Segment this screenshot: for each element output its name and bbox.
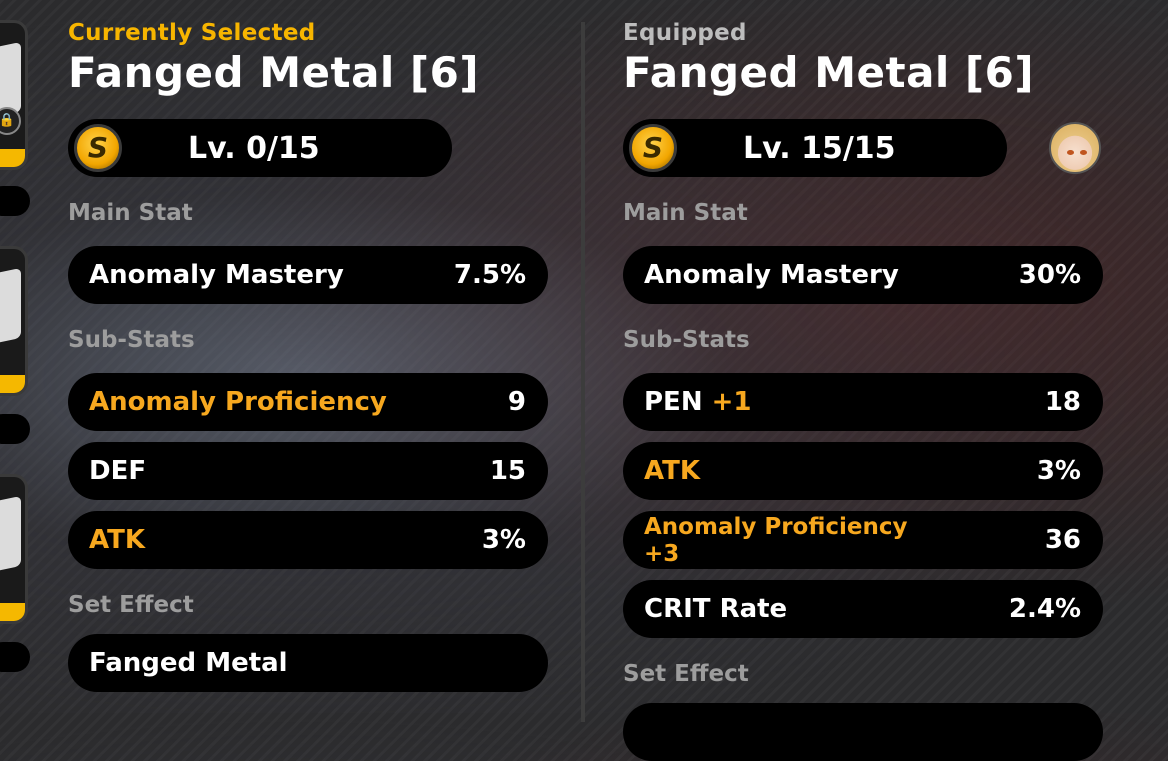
disc-slot-strip: 🔒 [0, 0, 40, 713]
sub-stat-row: Anomaly Proficiency +3 36 [623, 511, 1103, 569]
disc-slot-2[interactable] [0, 246, 28, 396]
s-rank-icon: S [629, 124, 677, 172]
slot-rarity-bar [0, 149, 25, 167]
drive-disc-icon [0, 495, 21, 573]
stat-value: 2.4% [1008, 594, 1081, 624]
stat-name: Anomaly Proficiency +3 [644, 514, 908, 568]
lock-icon[interactable]: 🔒 [0, 107, 21, 135]
sub-stat-row: PEN +1 18 [623, 373, 1103, 431]
panel-eyebrow: Equipped [623, 20, 747, 46]
stat-upgrade: +3 [644, 541, 680, 567]
level-text: Lv. 15/15 [743, 131, 896, 166]
stat-value: 3% [481, 525, 526, 555]
sub-stats-heading: Sub-Stats [623, 327, 750, 353]
equipped-agent-avatar[interactable] [1049, 122, 1101, 174]
level-bar: S Lv. 0/15 [68, 119, 452, 177]
stat-value: 18 [1044, 387, 1081, 417]
level-bar: S Lv. 15/15 [623, 119, 1007, 177]
set-effect-row [623, 703, 1103, 761]
slot-divider-pill [0, 414, 30, 444]
stat-name: ATK [644, 456, 700, 486]
set-effect-heading: Set Effect [623, 661, 749, 687]
stat-name: Anomaly Mastery [89, 260, 344, 290]
stat-value: 36 [1044, 525, 1081, 555]
avatar-eye [1067, 150, 1074, 155]
stat-value: 3% [1036, 456, 1081, 486]
set-effect-name: Fanged Metal [89, 648, 288, 678]
main-stat-row: Anomaly Mastery 30% [623, 246, 1103, 304]
sub-stat-row: ATK 3% [68, 511, 548, 569]
stat-value: 7.5% [453, 260, 526, 290]
panel-divider [581, 22, 585, 722]
sub-stat-row: Anomaly Proficiency 9 [68, 373, 548, 431]
set-effect-heading: Set Effect [68, 592, 194, 618]
stat-upgrade: +1 [711, 387, 752, 417]
stat-name: ATK [89, 525, 145, 555]
main-stat-row: Anomaly Mastery 7.5% [68, 246, 548, 304]
drive-disc-icon [0, 267, 21, 345]
slot-rarity-bar [0, 603, 25, 621]
avatar-eye [1080, 150, 1087, 155]
slot-divider-pill [0, 642, 30, 672]
stat-name: Anomaly Proficiency [89, 387, 387, 417]
sub-stat-row: CRIT Rate 2.4% [623, 580, 1103, 638]
stat-value: 9 [507, 387, 526, 417]
panel-eyebrow: Currently Selected [68, 20, 316, 46]
stat-name: CRIT Rate [644, 594, 788, 624]
disc-title: Fanged Metal [6] [623, 48, 1035, 97]
stat-name: Anomaly Mastery [644, 260, 899, 290]
sub-stat-row: ATK 3% [623, 442, 1103, 500]
stat-label: Anomaly Proficiency [644, 514, 908, 540]
main-stat-heading: Main Stat [68, 200, 193, 226]
sub-stat-row: DEF 15 [68, 442, 548, 500]
slot-rarity-bar [0, 375, 25, 393]
slot-divider-pill [0, 186, 30, 216]
disc-slot-3[interactable] [0, 474, 28, 624]
set-effect-row: Fanged Metal [68, 634, 548, 692]
stat-value: 30% [1018, 260, 1081, 290]
stat-name: PEN +1 [644, 387, 752, 417]
stat-label: PEN [644, 387, 703, 417]
stat-name: DEF [89, 456, 147, 486]
s-rank-icon: S [74, 124, 122, 172]
disc-title: Fanged Metal [6] [68, 48, 480, 97]
disc-slot-1[interactable]: 🔒 [0, 20, 28, 170]
main-stat-heading: Main Stat [623, 200, 748, 226]
stat-value: 15 [489, 456, 526, 486]
level-text: Lv. 0/15 [188, 131, 320, 166]
sub-stats-heading: Sub-Stats [68, 327, 195, 353]
